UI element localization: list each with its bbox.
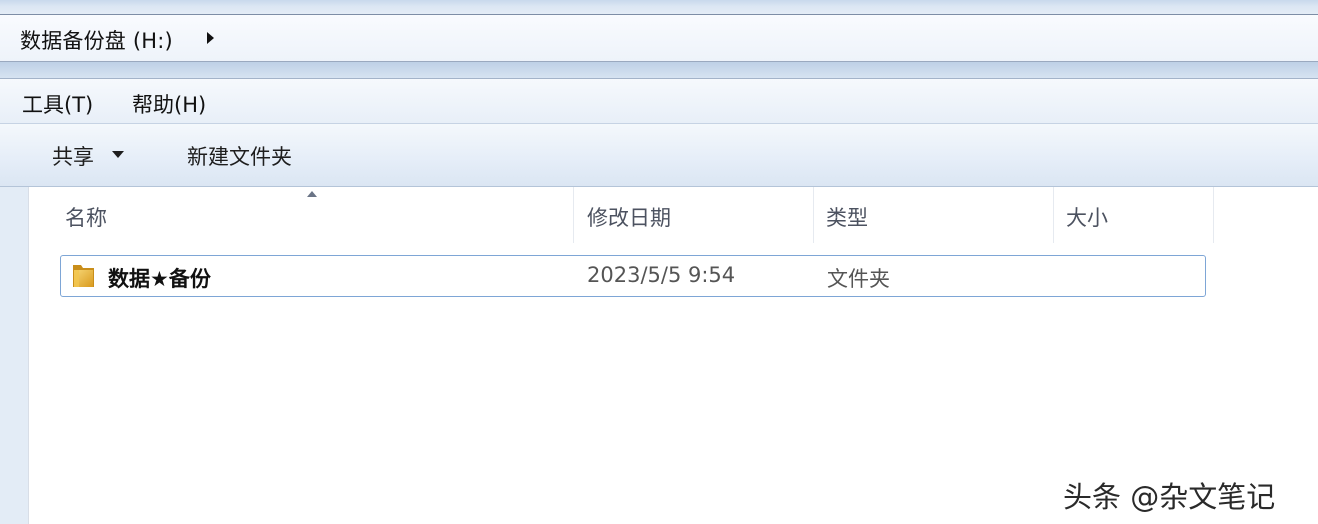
menu-help[interactable]: 帮助(H) — [132, 89, 206, 119]
share-label: 共享 — [52, 145, 94, 169]
explorer-window: 数据备份盘 (H:) 工具(T) 帮助(H) 共享 新建文件夹 名称 修改日期 … — [0, 0, 1318, 524]
column-label-type: 类型 — [826, 206, 868, 230]
new-folder-button[interactable]: 新建文件夹 — [187, 141, 292, 171]
file-type: 文件夹 — [827, 267, 890, 291]
file-name: 数据★备份 — [108, 267, 211, 291]
column-header-name[interactable]: 名称 — [29, 187, 574, 243]
sort-ascending-icon — [307, 191, 317, 197]
chevron-down-icon — [112, 151, 124, 158]
folder-icon — [73, 265, 94, 287]
menu-bar: 工具(T) 帮助(H) — [0, 78, 1318, 124]
column-label-modified: 修改日期 — [587, 206, 671, 230]
file-row[interactable]: 数据★备份 2023/5/5 9:54 文件夹 — [60, 255, 1206, 297]
column-label-name: 名称 — [65, 206, 107, 230]
column-header-modified[interactable]: 修改日期 — [574, 187, 814, 243]
watermark: 头条 @杂文笔记 — [1063, 480, 1276, 514]
column-label-size: 大小 — [1066, 206, 1108, 230]
breadcrumb-chevron-right-icon[interactable] — [207, 32, 214, 44]
menu-tools[interactable]: 工具(T) — [22, 89, 93, 119]
column-header-size[interactable]: 大小 — [1054, 187, 1214, 243]
file-modified: 2023/5/5 9:54 — [587, 263, 736, 287]
address-bar[interactable]: 数据备份盘 (H:) — [0, 14, 1318, 62]
breadcrumb-drive[interactable]: 数据备份盘 (H:) — [20, 25, 173, 55]
column-header-type[interactable]: 类型 — [814, 187, 1054, 243]
chrome-strip — [0, 62, 1318, 78]
command-bar: 共享 新建文件夹 — [0, 124, 1318, 187]
